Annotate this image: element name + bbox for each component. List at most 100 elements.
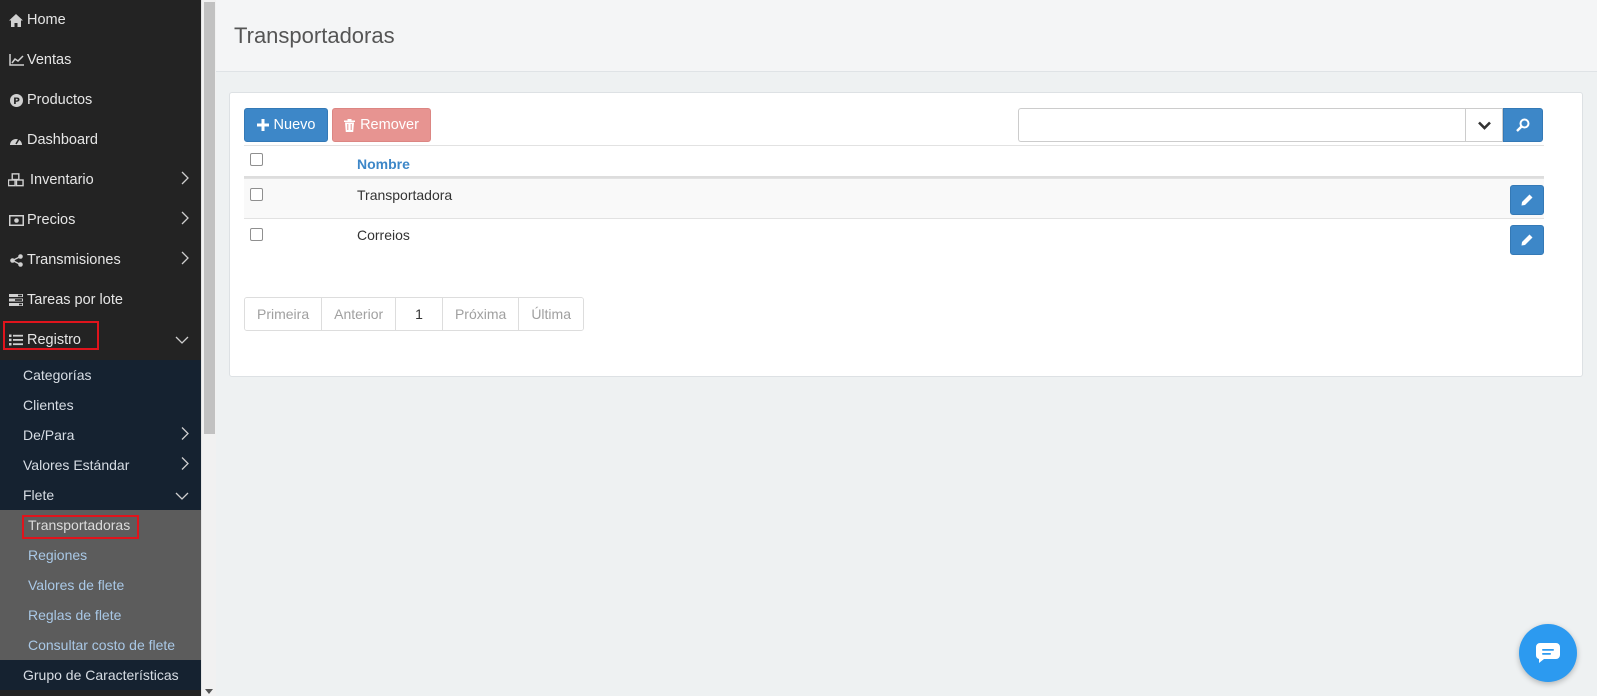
chevron-down-icon	[175, 332, 189, 348]
sidebar-item-label: Precios	[27, 212, 76, 228]
search-group	[1018, 108, 1543, 142]
column-header-nombre[interactable]: Nombre	[357, 156, 410, 172]
product-p-icon: P	[8, 92, 24, 108]
remove-button-label: Remover	[360, 117, 419, 133]
sidebar-item-label: Home	[27, 12, 66, 28]
table-row: Correios	[244, 218, 1544, 258]
home-icon	[8, 12, 24, 28]
registro-submenu-continued: Grupo de Características	[0, 660, 201, 690]
plus-icon	[256, 119, 269, 131]
line-chart-icon	[8, 52, 24, 68]
sidebar-item-label: De/Para	[23, 427, 75, 443]
flete-submenu: Transportadoras Regiones Valores de flet…	[0, 510, 201, 660]
chevron-down-icon	[1477, 121, 1491, 130]
svg-text:P: P	[13, 97, 20, 107]
sidebar-item-categorias[interactable]: Categorías	[0, 360, 201, 390]
sidebar-item-label: Ventas	[27, 52, 72, 68]
sidebar-item-valores-estandar[interactable]: Valores Estándar	[0, 450, 201, 480]
edit-button[interactable]	[1510, 185, 1544, 215]
data-table: Nombre Transportadora Correios	[244, 145, 1544, 258]
sidebar-item-registro[interactable]: Registro	[0, 320, 201, 360]
pagination-last[interactable]: Última	[519, 298, 583, 330]
row-name: Correios	[357, 227, 410, 243]
sidebar-item-tareas-por-lote[interactable]: Tareas por lote	[0, 280, 201, 320]
trash-icon	[344, 118, 356, 132]
sidebar-item-label: Clientes	[23, 397, 74, 413]
table-header: Nombre	[244, 145, 1544, 178]
sidebar-item-flete[interactable]: Flete	[0, 480, 201, 510]
scroll-down-arrow-icon[interactable]	[205, 689, 213, 694]
sidebar-item-dashboard[interactable]: Dashboard	[0, 120, 201, 160]
sidebar-item-precios[interactable]: Precios	[0, 200, 201, 240]
dashboard-icon	[8, 132, 24, 148]
page-title: Transportadoras	[234, 22, 395, 48]
row-checkbox[interactable]	[250, 228, 263, 241]
sidebar-item-transportadoras[interactable]: Transportadoras	[0, 510, 201, 540]
cubes-icon	[8, 172, 24, 188]
new-button-label: Nuevo	[273, 117, 316, 133]
chat-bubble-icon	[1535, 643, 1560, 663]
pencil-icon	[1521, 234, 1533, 246]
sidebar-item-label: Dashboard	[27, 132, 98, 148]
chevron-down-icon	[175, 487, 189, 503]
sidebar-item-label: Grupo de Características	[23, 667, 179, 683]
pencil-icon	[1521, 194, 1533, 206]
sidebar-item-reglas-de-flete[interactable]: Reglas de flete	[0, 600, 201, 630]
registro-submenu: Categorías Clientes De/Para Valores Está…	[0, 360, 201, 510]
sidebar-item-productos[interactable]: P Productos	[0, 80, 201, 120]
search-options-dropdown[interactable]	[1465, 108, 1504, 142]
sidebar-item-transmisiones[interactable]: Transmisiones	[0, 240, 201, 280]
select-all-checkbox[interactable]	[250, 153, 263, 166]
sidebar-item-label: Transmisiones	[27, 252, 121, 268]
share-icon	[8, 252, 24, 268]
row-name: Transportadora	[357, 187, 453, 203]
search-icon	[1516, 118, 1530, 132]
chevron-right-icon	[181, 457, 189, 474]
scrollbar-thumb[interactable]	[204, 2, 215, 434]
sidebar-item-label: Productos	[27, 92, 93, 108]
chevron-right-icon	[181, 171, 189, 189]
main-content: Transportadoras Nuevo Remover Nombre Tra…	[216, 0, 1597, 696]
sidebar-item-label: Regiones	[28, 547, 88, 563]
pagination-first[interactable]: Primeira	[245, 298, 323, 330]
page-header: Transportadoras	[216, 0, 1597, 72]
money-icon	[8, 212, 24, 228]
sidebar-scrollbar[interactable]	[201, 0, 216, 696]
sidebar: Home Ventas P Productos Dashboard Invent…	[0, 0, 201, 696]
table-row: Transportadora	[244, 178, 1544, 218]
list-panel: Nuevo Remover Nombre Transportadora Corr…	[229, 92, 1583, 377]
sidebar-item-regiones[interactable]: Regiones	[0, 540, 201, 570]
chevron-right-icon	[181, 251, 189, 269]
search-button[interactable]	[1503, 108, 1543, 142]
sidebar-item-label: Valores de flete	[28, 577, 125, 593]
chat-launcher-button[interactable]	[1519, 624, 1577, 682]
sidebar-item-label: Reglas de flete	[28, 607, 122, 623]
sidebar-item-label: Categorías	[23, 367, 92, 383]
sidebar-item-valores-de-flete[interactable]: Valores de flete	[0, 570, 201, 600]
sidebar-item-grupo-de-caracteristicas[interactable]: Grupo de Características	[0, 660, 201, 690]
new-button[interactable]: Nuevo	[244, 108, 328, 142]
sidebar-item-consultar-costo-de-flete[interactable]: Consultar costo de flete	[0, 630, 201, 660]
chevron-right-icon	[181, 427, 189, 444]
sidebar-item-inventario[interactable]: Inventario	[0, 160, 201, 200]
list-icon	[8, 332, 24, 348]
sidebar-item-label: Valores Estándar	[23, 457, 130, 473]
pagination-next[interactable]: Próxima	[442, 298, 520, 330]
row-checkbox[interactable]	[250, 188, 263, 201]
sidebar-item-label: Tareas por lote	[27, 292, 123, 308]
pagination-current-page[interactable]: 1	[396, 298, 443, 330]
tasks-icon	[8, 292, 24, 308]
search-input[interactable]	[1018, 108, 1466, 142]
pagination-previous[interactable]: Anterior	[322, 298, 397, 330]
sidebar-item-home[interactable]: Home	[0, 0, 201, 40]
sidebar-item-label: Inventario	[30, 172, 94, 188]
pagination: Primeira Anterior 1 Próxima Última	[244, 297, 584, 331]
edit-button[interactable]	[1510, 225, 1544, 255]
sidebar-item-ventas[interactable]: Ventas	[0, 40, 201, 80]
sidebar-item-clientes[interactable]: Clientes	[0, 390, 201, 420]
sidebar-item-label: Flete	[23, 487, 55, 503]
remove-button[interactable]: Remover	[332, 108, 431, 142]
sidebar-item-de-para[interactable]: De/Para	[0, 420, 201, 450]
sidebar-item-label: Consultar costo de flete	[28, 637, 176, 653]
sidebar-item-label: Registro	[27, 332, 81, 348]
